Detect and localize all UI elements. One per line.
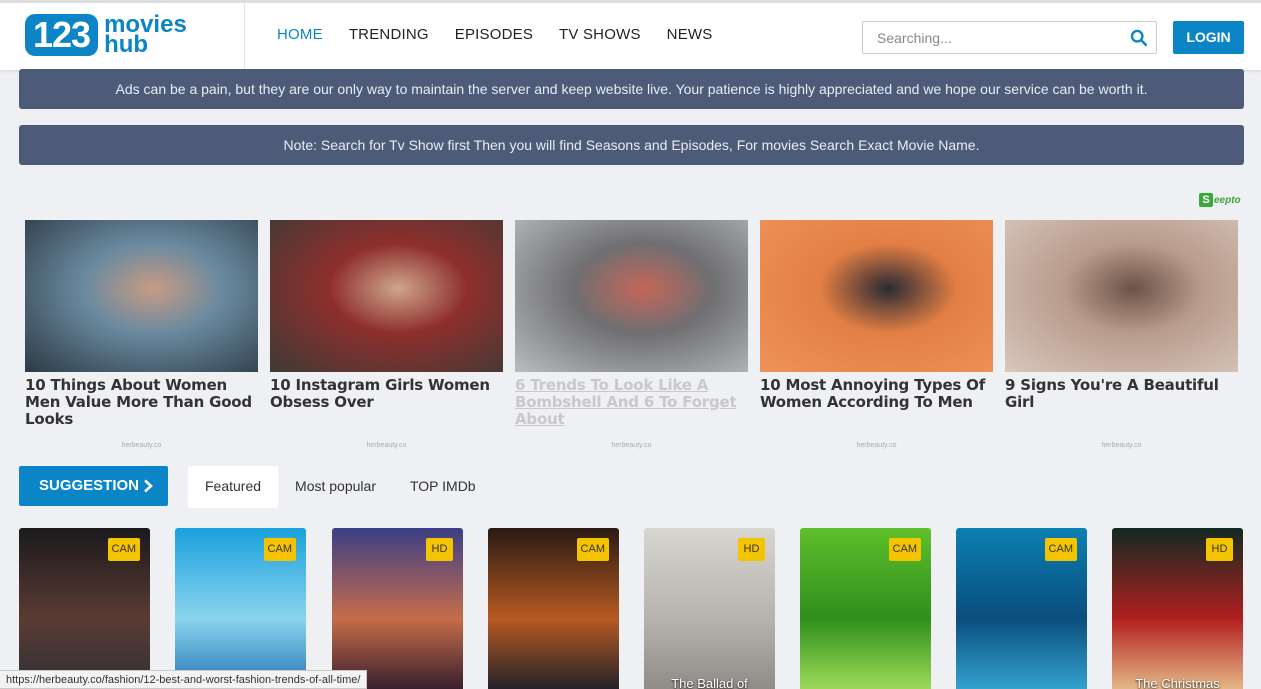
ad-source: herbeauty.co <box>1101 442 1142 449</box>
quality-badge: CAM <box>107 538 140 561</box>
movie-card[interactable]: HD The Christmas <box>1112 528 1243 689</box>
ad-title[interactable]: 9 Signs You're A Beautiful Girl <box>1005 377 1238 411</box>
ad-brand-text: eepto <box>1214 194 1241 206</box>
quality-badge: HD <box>738 538 765 561</box>
tab-top-imdb[interactable]: TOP IMDb <box>393 466 493 508</box>
ad-title[interactable]: 10 Instagram Girls Women Obsess Over <box>270 377 503 411</box>
login-button[interactable]: LOGIN <box>1173 21 1244 54</box>
nav-news[interactable]: NEWS <box>654 3 726 73</box>
ad-card[interactable]: 6 Trends To Look Like A Bombshell And 6 … <box>515 220 748 428</box>
ad-brand-letter: S <box>1199 193 1213 207</box>
ad-image[interactable] <box>25 220 258 372</box>
movie-card[interactable]: CAM <box>19 528 150 689</box>
movie-card[interactable]: CAM <box>800 528 931 689</box>
ad-image[interactable] <box>1005 220 1238 372</box>
quality-badge: HD <box>426 538 453 561</box>
ad-source: herbeauty.co <box>366 442 407 449</box>
movie-title: The Ballad of <box>671 676 748 689</box>
logo-number: 123 <box>25 14 99 56</box>
suggestion-label: SUGGESTION <box>39 477 140 494</box>
tab-featured[interactable]: Featured <box>188 466 279 508</box>
ad-source: herbeauty.co <box>611 442 652 449</box>
ad-card[interactable]: 10 Things About Women Men Value More Tha… <box>25 220 258 428</box>
movie-card[interactable]: HD The Ballad of <box>644 528 775 689</box>
browser-status-url: https://herbeauty.co/fashion/12-best-and… <box>0 670 368 689</box>
header-divider <box>244 3 245 73</box>
site-logo[interactable]: 123 movies hub <box>25 11 187 59</box>
quality-badge: CAM <box>1044 538 1077 561</box>
movie-card[interactable]: CAM <box>488 528 619 689</box>
ad-title[interactable]: 10 Most Annoying Types Of Women Accordin… <box>760 377 993 411</box>
movie-card[interactable]: CAM <box>175 528 306 689</box>
ad-image[interactable] <box>270 220 503 372</box>
ad-title[interactable]: 10 Things About Women Men Value More Tha… <box>25 377 258 428</box>
ad-title[interactable]: 6 Trends To Look Like A Bombshell And 6 … <box>515 377 748 428</box>
quality-badge: CAM <box>888 538 921 561</box>
quality-badge: CAM <box>576 538 609 561</box>
ad-source: herbeauty.co <box>121 442 162 449</box>
ad-source: herbeauty.co <box>856 442 897 449</box>
main-nav: HOME TRENDING EPISODES TV SHOWS NEWS <box>264 3 725 73</box>
ad-brand-logo[interactable]: S eepto <box>1199 192 1241 208</box>
logo-text: movies hub <box>104 13 187 58</box>
ad-card[interactable]: 10 Most Annoying Types Of Women Accordin… <box>760 220 993 411</box>
ad-card[interactable]: 10 Instagram Girls Women Obsess Over <box>270 220 503 411</box>
movie-card[interactable]: HD <box>332 528 463 689</box>
search-icon[interactable] <box>1130 29 1148 47</box>
nav-trending[interactable]: TRENDING <box>336 3 442 73</box>
suggestion-button[interactable]: SUGGESTION <box>19 466 168 506</box>
movie-title: The Christmas <box>1135 676 1220 689</box>
suggestion-tabs: Featured Most popular TOP IMDb <box>188 466 493 508</box>
nav-episodes[interactable]: EPISODES <box>442 3 546 73</box>
nav-home[interactable]: HOME <box>264 3 336 73</box>
search-box <box>862 21 1157 54</box>
ad-card[interactable]: 9 Signs You're A Beautiful Girl <box>1005 220 1238 411</box>
movie-card[interactable]: CAM <box>956 528 1087 689</box>
movie-grid: CAM CAM HD CAM HD The Ballad of CAM CAM … <box>19 528 1244 689</box>
ads-notice: Ads can be a pain, but they are our only… <box>19 69 1244 109</box>
site-header: 123 movies hub HOME TRENDING EPISODES TV… <box>0 0 1261 73</box>
quality-badge: CAM <box>263 538 296 561</box>
ad-image[interactable] <box>760 220 993 372</box>
ad-image[interactable] <box>515 220 748 372</box>
search-input[interactable] <box>863 22 1113 53</box>
nav-tv-shows[interactable]: TV SHOWS <box>546 3 654 73</box>
sponsored-ads: 10 Things About Women Men Value More Tha… <box>25 220 1240 455</box>
search-notice: Note: Search for Tv Show first Then you … <box>19 125 1244 165</box>
logo-line2: hub <box>104 31 149 58</box>
chevron-right-icon <box>144 479 153 493</box>
quality-badge: HD <box>1206 538 1233 561</box>
tab-most-popular[interactable]: Most popular <box>278 466 393 508</box>
